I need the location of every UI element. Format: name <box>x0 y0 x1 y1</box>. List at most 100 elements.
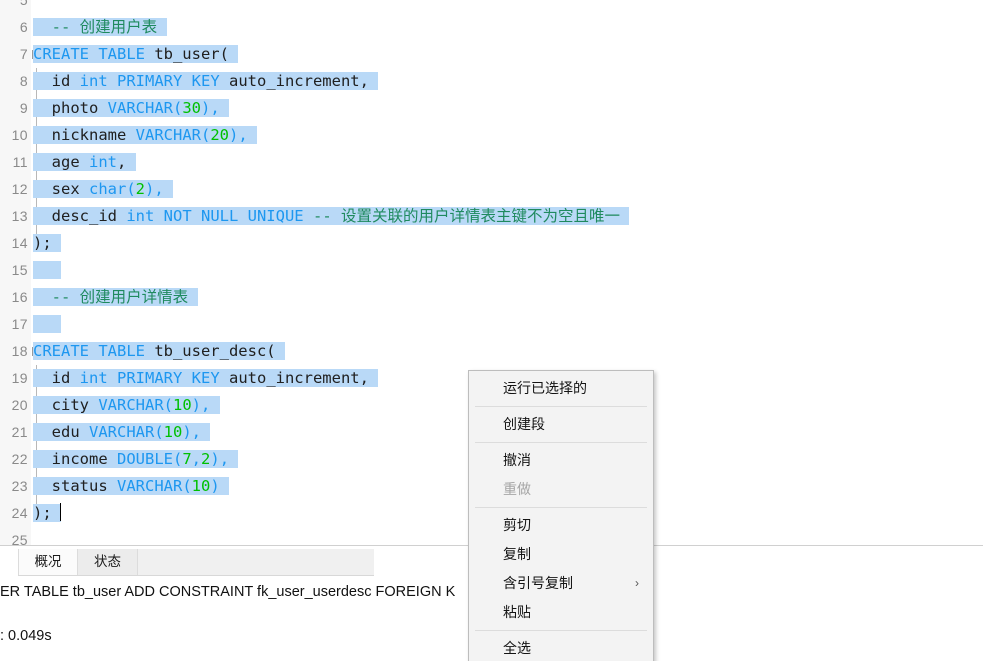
code-token: char( <box>89 180 136 198</box>
line-number: 12 <box>11 181 28 197</box>
selected-code-text: desc_id int NOT NULL UNIQUE -- 设置关联的用户详情… <box>33 207 630 225</box>
code-token: , <box>191 450 202 468</box>
context-menu-separator <box>475 406 647 407</box>
code-line[interactable]: edu VARCHAR(10), <box>33 419 211 446</box>
selected-code-text: CREATE TABLE tb_user( <box>33 45 239 63</box>
context-menu-item-label: 复制 <box>503 546 531 562</box>
context-menu-item-label: 剪切 <box>503 517 531 533</box>
code-token: VARCHAR( <box>135 126 211 144</box>
code-token: desc_id <box>33 207 127 225</box>
selection-eol-pad <box>220 477 229 495</box>
code-line[interactable] <box>33 0 42 14</box>
line-number: 10 <box>11 127 28 143</box>
context-menu-item[interactable]: 撤消 <box>469 446 653 475</box>
context-menu-item[interactable]: 含引号复制 › <box>469 569 653 598</box>
line-number: 6 <box>19 19 28 35</box>
code-line[interactable]: id int PRIMARY KEY auto_increment, <box>33 68 379 95</box>
code-token: 2 <box>135 180 146 198</box>
code-line[interactable]: CREATE TABLE tb_user_desc( <box>33 338 285 365</box>
context-menu-item[interactable]: 粘贴 <box>469 598 653 627</box>
context-menu-item-label: 粘贴 <box>503 604 531 620</box>
selected-code-text: -- 创建用户详情表 <box>33 288 198 306</box>
code-line[interactable]: ); <box>33 500 62 527</box>
selected-code-text: sex char(2), <box>33 180 174 198</box>
selection-eol-pad <box>126 153 135 171</box>
line-number: 5 <box>19 0 28 8</box>
code-line[interactable]: CREATE TABLE tb_user( <box>33 41 239 68</box>
code-line[interactable]: city VARCHAR(10), <box>33 392 220 419</box>
selected-code-text: nickname VARCHAR(20), <box>33 126 257 144</box>
code-token: ) <box>210 477 220 495</box>
code-token: -- 创建用户详情表 <box>51 288 189 306</box>
line-number: 9 <box>19 100 28 116</box>
code-line[interactable] <box>33 311 61 338</box>
code-token: int PRIMARY KEY <box>79 72 220 90</box>
context-menu-item[interactable]: 剪切 <box>469 511 653 540</box>
code-line[interactable]: ); <box>33 230 62 257</box>
code-token: ), <box>210 450 230 468</box>
code-line[interactable]: nickname VARCHAR(20), <box>33 122 257 149</box>
line-number-gutter: 5 6 7 8 9 10 11 12 13 14 15 16 17 18 19 20 21 22 23 24 25 <box>0 0 32 545</box>
selection-eol-pad <box>52 234 61 252</box>
code-token: -- 设置关联的用户详情表主键不为空且唯一 <box>312 207 620 225</box>
code-token: auto_increment, <box>219 369 369 387</box>
selected-code-text: edu VARCHAR(10), <box>33 423 211 441</box>
line-number: 22 <box>11 451 28 467</box>
context-menu-item-label: 创建段 <box>503 416 545 432</box>
context-menu-separator <box>475 630 647 631</box>
code-token: DOUBLE( <box>117 450 183 468</box>
code-token: id <box>33 369 80 387</box>
code-line[interactable]: photo VARCHAR(30), <box>33 95 229 122</box>
code-line[interactable] <box>33 527 42 545</box>
code-line[interactable]: age int, <box>33 149 136 176</box>
code-line[interactable]: desc_id int NOT NULL UNIQUE -- 设置关联的用户详情… <box>33 203 630 230</box>
execution-time-text: : 0.049s <box>0 628 52 644</box>
code-token: nickname <box>33 126 136 144</box>
code-token: 10 <box>172 396 192 414</box>
selected-code-text: status VARCHAR(10) <box>33 477 230 495</box>
code-token: ), <box>228 126 248 144</box>
context-menu-item[interactable]: 全选 <box>469 634 653 661</box>
selection-eol-pad <box>201 423 210 441</box>
line-number: 24 <box>11 505 28 521</box>
selected-code-text <box>33 315 61 333</box>
selected-code-text: income DOUBLE(7,2), <box>33 450 239 468</box>
line-number: 8 <box>19 73 28 89</box>
tab-status[interactable]: 状态 <box>78 549 138 575</box>
code-token: 20 <box>210 126 229 144</box>
selected-code-text: id int PRIMARY KEY auto_increment, <box>33 72 379 90</box>
code-token: CREATE TABLE <box>33 45 145 63</box>
code-token: 10 <box>191 477 211 495</box>
context-menu-item[interactable]: 复制 <box>469 540 653 569</box>
code-token: tb_user( <box>144 45 229 63</box>
code-line[interactable]: sex char(2), <box>33 176 174 203</box>
code-line[interactable]: id int PRIMARY KEY auto_increment, <box>33 365 379 392</box>
context-menu-item-label: 全选 <box>503 640 531 656</box>
selected-code-text: photo VARCHAR(30), <box>33 99 229 117</box>
code-line[interactable]: -- 创建用户表 <box>33 14 167 41</box>
code-token: 2 <box>201 450 211 468</box>
code-line[interactable]: income DOUBLE(7,2), <box>33 446 239 473</box>
selected-code-text <box>33 261 61 279</box>
line-number: 15 <box>11 262 28 278</box>
selection-eol-pad <box>369 72 378 90</box>
mysql-editor-window: 5 6 7 8 9 10 11 12 13 14 15 16 17 18 19 20 21 22 23 24 25 --… <box>0 0 983 661</box>
code-token: sex <box>33 180 89 198</box>
line-number: 19 <box>11 370 28 386</box>
context-menu-item-label: 撤消 <box>503 452 531 468</box>
editor-context-menu[interactable]: 运行已选择的 创建段 撤消 重做 剪切 复制 含引号复制 › 粘贴 全选 <box>468 370 654 661</box>
code-line[interactable]: status VARCHAR(10) <box>33 473 230 500</box>
code-token: VARCHAR( <box>98 396 173 414</box>
selection-eol-pad <box>229 45 238 63</box>
code-token: photo <box>33 99 108 117</box>
tab-overview[interactable]: 概况 <box>18 549 78 575</box>
code-line[interactable] <box>33 257 61 284</box>
selected-code-text: ); <box>33 504 62 522</box>
context-menu-item[interactable]: 创建段 <box>469 410 653 439</box>
code-token: 10 <box>163 423 183 441</box>
code-line[interactable]: -- 创建用户详情表 <box>33 284 198 311</box>
selected-code-text: ); <box>33 234 62 252</box>
context-menu-item[interactable]: 运行已选择的 <box>469 374 653 403</box>
line-number: 18 <box>11 343 28 359</box>
